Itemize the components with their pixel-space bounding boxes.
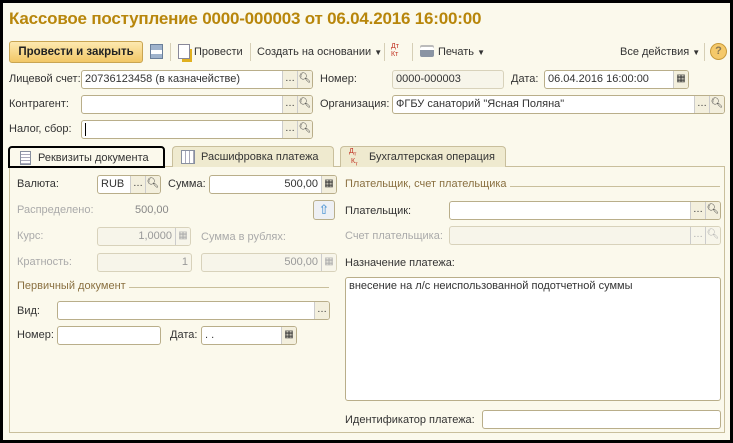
multiplicity-label: Кратность: bbox=[17, 256, 72, 268]
sum-rub-label: Сумма в рублях: bbox=[201, 231, 286, 243]
select-button[interactable]: … bbox=[314, 302, 329, 319]
number-field[interactable]: 0000-000003 bbox=[392, 70, 504, 89]
select-button[interactable]: … bbox=[282, 71, 297, 88]
search-icon[interactable]: 🔍︎ bbox=[705, 227, 720, 244]
currency-value: RUB bbox=[101, 178, 125, 190]
doc-date-label: Дата: bbox=[170, 329, 198, 341]
payer-label: Плательщик: bbox=[345, 205, 412, 217]
organization-value: ФГБУ санаторий "Ясная Поляна" bbox=[396, 98, 565, 110]
tab-accounting-operation[interactable]: Дт Кт Бухгалтерская операция bbox=[340, 146, 506, 168]
table-icon bbox=[181, 150, 195, 164]
dt-kt-icon: Дт Кт bbox=[349, 148, 358, 168]
select-button[interactable]: … bbox=[690, 227, 705, 244]
sum-value: 500,00 bbox=[284, 178, 318, 190]
select-button[interactable]: … bbox=[282, 96, 297, 113]
payer-account-label: Счет плательщика: bbox=[345, 230, 443, 242]
date-label: Дата: bbox=[511, 73, 539, 85]
text-cursor bbox=[85, 123, 86, 136]
kind-label: Вид: bbox=[17, 305, 40, 317]
dt-kt-button[interactable]: ДтКт bbox=[390, 43, 402, 59]
printer-icon bbox=[420, 47, 434, 57]
save-icon[interactable] bbox=[150, 44, 163, 59]
calculator-icon[interactable]: ▦ bbox=[175, 228, 190, 245]
help-button[interactable]: ? bbox=[710, 43, 727, 60]
tab-payment-breakdown[interactable]: Расшифровка платежа bbox=[172, 146, 334, 167]
tax-label: Налог, сбор: bbox=[9, 123, 72, 135]
sum-label: Сумма: bbox=[168, 178, 206, 190]
kind-field[interactable]: … bbox=[57, 301, 330, 320]
distribute-up-button[interactable]: ⇧ bbox=[313, 200, 335, 220]
organization-label: Организация: bbox=[320, 98, 390, 110]
search-icon[interactable]: 🔍︎ bbox=[297, 121, 312, 138]
print-label: Печать bbox=[438, 46, 475, 58]
page-title: Кассовое поступление 0000-000003 от 06.0… bbox=[9, 9, 482, 28]
number-label: Номер: bbox=[320, 73, 357, 85]
post-button[interactable]: Провести bbox=[194, 42, 243, 62]
purpose-label: Назначение платежа: bbox=[345, 257, 455, 269]
rate-field[interactable]: 1,0000 ▦ bbox=[97, 227, 191, 246]
select-button[interactable]: … bbox=[130, 176, 145, 193]
dropdown-arrow-icon: ▼ bbox=[374, 48, 383, 57]
currency-field[interactable]: RUB … 🔍︎ bbox=[97, 175, 161, 194]
date-field[interactable]: 06.04.2016 16:00:00 ▦ bbox=[544, 70, 689, 89]
tax-field[interactable]: … 🔍︎ bbox=[81, 120, 313, 139]
distributed-label: Распределено: bbox=[17, 204, 94, 216]
all-actions-button[interactable]: Все действия ▼ bbox=[620, 42, 700, 62]
sum-field[interactable]: 500,00 ▦ bbox=[209, 175, 337, 194]
primary-document-section: Первичный документ bbox=[17, 280, 126, 292]
account-field[interactable]: 20736123458 (в казначействе) … 🔍︎ bbox=[81, 70, 313, 89]
select-button[interactable]: … bbox=[282, 121, 297, 138]
account-label: Лицевой счет: bbox=[9, 73, 81, 85]
tab-label: Расшифровка платежа bbox=[201, 151, 319, 163]
search-icon[interactable]: 🔍︎ bbox=[297, 71, 312, 88]
calendar-icon[interactable]: ▦ bbox=[281, 327, 296, 344]
calendar-icon[interactable]: ▦ bbox=[673, 71, 688, 88]
counterparty-label: Контрагент: bbox=[9, 98, 69, 110]
print-button[interactable]: Печать ▼ bbox=[438, 42, 485, 62]
purpose-textarea[interactable]: внесение на л/с неиспользованной подотче… bbox=[345, 277, 721, 401]
date-value: 06.04.2016 16:00:00 bbox=[548, 73, 649, 85]
calculator-icon[interactable]: ▦ bbox=[321, 254, 336, 271]
search-icon[interactable]: 🔍︎ bbox=[297, 96, 312, 113]
dropdown-arrow-icon: ▼ bbox=[477, 48, 486, 57]
distributed-value: 500,00 bbox=[135, 204, 169, 216]
counterparty-field[interactable]: … 🔍︎ bbox=[81, 95, 313, 114]
tab-document-details[interactable]: Реквизиты документа bbox=[8, 146, 165, 168]
doc-number-label: Номер: bbox=[17, 329, 54, 341]
select-button[interactable]: … bbox=[694, 96, 709, 113]
payer-field[interactable]: … 🔍︎ bbox=[449, 201, 721, 220]
doc-date-value: . . bbox=[205, 329, 215, 341]
payment-id-field[interactable] bbox=[482, 410, 721, 429]
post-and-close-button[interactable]: Провести и закрыть bbox=[9, 41, 143, 63]
organization-field[interactable]: ФГБУ санаторий "Ясная Поляна" … 🔍︎ bbox=[392, 95, 725, 114]
calculator-icon[interactable]: ▦ bbox=[321, 176, 336, 193]
select-button[interactable]: … bbox=[690, 202, 705, 219]
payer-section: Плательщик, счет плательщика bbox=[345, 178, 507, 190]
doc-date-field[interactable]: . . ▦ bbox=[201, 326, 297, 345]
sum-rub-field[interactable]: 500,00 ▦ bbox=[201, 253, 337, 272]
account-value: 20736123458 (в казначействе) bbox=[85, 73, 240, 85]
tab-label: Бухгалтерская операция bbox=[369, 151, 495, 163]
currency-label: Валюта: bbox=[17, 178, 59, 190]
multiplicity-field[interactable]: 1 bbox=[97, 253, 192, 272]
dropdown-arrow-icon: ▼ bbox=[692, 48, 701, 57]
payment-id-label: Идентификатор платежа: bbox=[345, 414, 475, 426]
post-icon bbox=[178, 44, 190, 59]
rate-label: Курс: bbox=[17, 230, 44, 242]
search-icon[interactable]: 🔍︎ bbox=[705, 202, 720, 219]
create-based-on-label: Создать на основании bbox=[257, 46, 372, 58]
rate-value: 1,0000 bbox=[138, 230, 172, 242]
all-actions-label: Все действия bbox=[620, 46, 690, 58]
payer-account-field[interactable]: … 🔍︎ bbox=[449, 226, 721, 245]
search-icon[interactable]: 🔍︎ bbox=[709, 96, 724, 113]
tab-label: Реквизиты документа bbox=[38, 152, 149, 164]
sum-rub-value: 500,00 bbox=[284, 256, 318, 268]
create-based-on-button[interactable]: Создать на основании ▼ bbox=[257, 42, 382, 62]
search-icon[interactable]: 🔍︎ bbox=[145, 176, 160, 193]
doc-number-field[interactable] bbox=[57, 326, 161, 345]
document-icon bbox=[20, 151, 31, 165]
